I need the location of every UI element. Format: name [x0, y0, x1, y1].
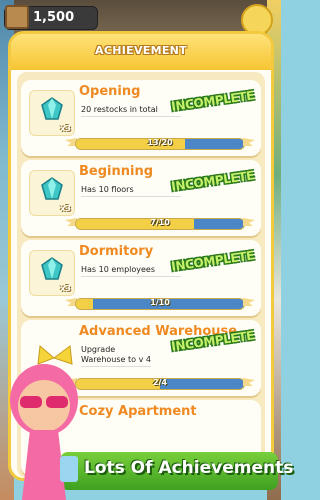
- gem-icon: [41, 177, 63, 200]
- wing-right-icon: [243, 378, 255, 386]
- achievement-description: 20 restocks in total: [81, 105, 181, 117]
- progress-text: 1/10: [150, 298, 170, 307]
- status-badge: INCOMPLETE: [170, 168, 256, 194]
- reward-count: x3: [60, 284, 71, 293]
- progress-text: 7/10: [150, 218, 170, 227]
- achievement-description: Has 10 employees: [81, 265, 181, 277]
- achievement-title: Opening: [79, 84, 141, 99]
- status-badge: INCOMPLETE: [170, 88, 256, 114]
- wing-right-icon: [243, 138, 255, 146]
- reward-count: x3: [60, 204, 71, 213]
- dialog-title: ACHIEVEMENT: [95, 44, 187, 57]
- crate-icon: [5, 5, 29, 29]
- gem-icon: [41, 97, 63, 120]
- achievement-card: x3 Beginning Has 10 floors INCOMPLETE 7/…: [21, 160, 261, 236]
- progress-text: 13/20: [147, 138, 173, 147]
- reward-count: x3: [60, 124, 71, 133]
- wing-right-icon: [243, 218, 255, 226]
- progress-text: 2/4: [152, 378, 168, 387]
- achievement-card: x3 Dormitory Has 10 employees INCOMPLETE…: [21, 240, 261, 316]
- gem-icon: [41, 257, 63, 280]
- coin-counter: 1,500: [4, 5, 98, 30]
- progress-bar: 13/20: [75, 138, 245, 150]
- progress-bar: 1/10: [75, 298, 245, 310]
- achievement-card: x3 Opening 20 restocks in total INCOMPLE…: [21, 80, 261, 156]
- progress-bar: 7/10: [75, 218, 245, 230]
- reward-box: x3: [29, 170, 75, 216]
- status-badge: INCOMPLETE: [170, 248, 256, 274]
- character-icon: [10, 345, 78, 500]
- coin-value: 1,500: [33, 10, 75, 25]
- progress-bar: 2/4: [75, 378, 245, 390]
- reward-box: x3: [29, 250, 75, 296]
- wing-right-icon: [243, 298, 255, 306]
- achievement-description: Has 10 floors: [81, 185, 181, 197]
- reward-box: x3: [29, 90, 75, 136]
- promo-text: Lots Of Achievements: [84, 458, 294, 478]
- achievement-title: Beginning: [79, 164, 154, 179]
- achievement-title: Dormitory: [79, 244, 154, 259]
